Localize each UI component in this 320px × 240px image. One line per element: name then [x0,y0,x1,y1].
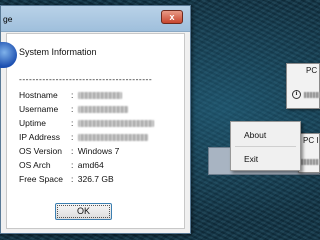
row-label: Uptime [19,118,46,128]
row-label: Free Space [19,174,63,184]
row-value: Windows 7 [77,146,120,156]
redacted-value [77,92,122,100]
redacted-value [77,106,128,114]
dialog-title: ge [3,14,13,24]
dialog-titlebar[interactable]: ge x [1,6,190,32]
redacted-value [77,120,154,128]
separator-dashes: ---------------------------------------- [19,74,153,84]
info-row-os-arch: OS Arch: amd64 [19,160,104,170]
row-value: amd64 [77,160,104,170]
close-icon: x [169,12,175,22]
info-row-os-version: OS Version: Windows 7 [19,146,120,156]
row-label: Hostname [19,90,58,100]
dialog-content: System Information ---------------------… [0,33,185,229]
ok-button[interactable]: OK [55,203,112,220]
info-icon: i [292,90,301,99]
info-icon [0,42,17,68]
row-value: 326.7 GB [77,174,114,184]
info-row-hostname: Hostname: [19,90,122,102]
menu-item-label: Exit [244,154,259,164]
popup-title: PC [306,66,318,75]
menu-item-exit[interactable]: Exit [231,152,300,166]
close-button[interactable]: x [161,10,183,24]
redacted-value [77,134,148,142]
redacted-text [304,92,320,98]
row-label: OS Version [19,146,62,156]
row-label: Username [19,104,59,114]
info-row-uptime: Uptime: [19,118,154,130]
tray-context-menu: About Exit [230,121,301,171]
row-label: OS Arch [19,160,51,170]
menu-item-label: About [244,130,267,140]
info-row-username: Username: [19,104,128,116]
system-info-dialog: ge x System Information ----------------… [0,5,191,234]
tray-popup-bottom[interactable]: PC I [298,133,320,173]
row-label: IP Address [19,132,60,142]
tray-popup-top[interactable]: PC i [286,63,320,109]
info-row-ip-address: IP Address: [19,132,148,144]
menu-separator [235,146,296,147]
redacted-text [301,159,319,165]
menu-item-about[interactable]: About [231,128,300,142]
dialog-heading: System Information [19,47,97,57]
popup-title: PC I [303,136,319,145]
info-row-free-space: Free Space: 326.7 GB [19,174,114,184]
